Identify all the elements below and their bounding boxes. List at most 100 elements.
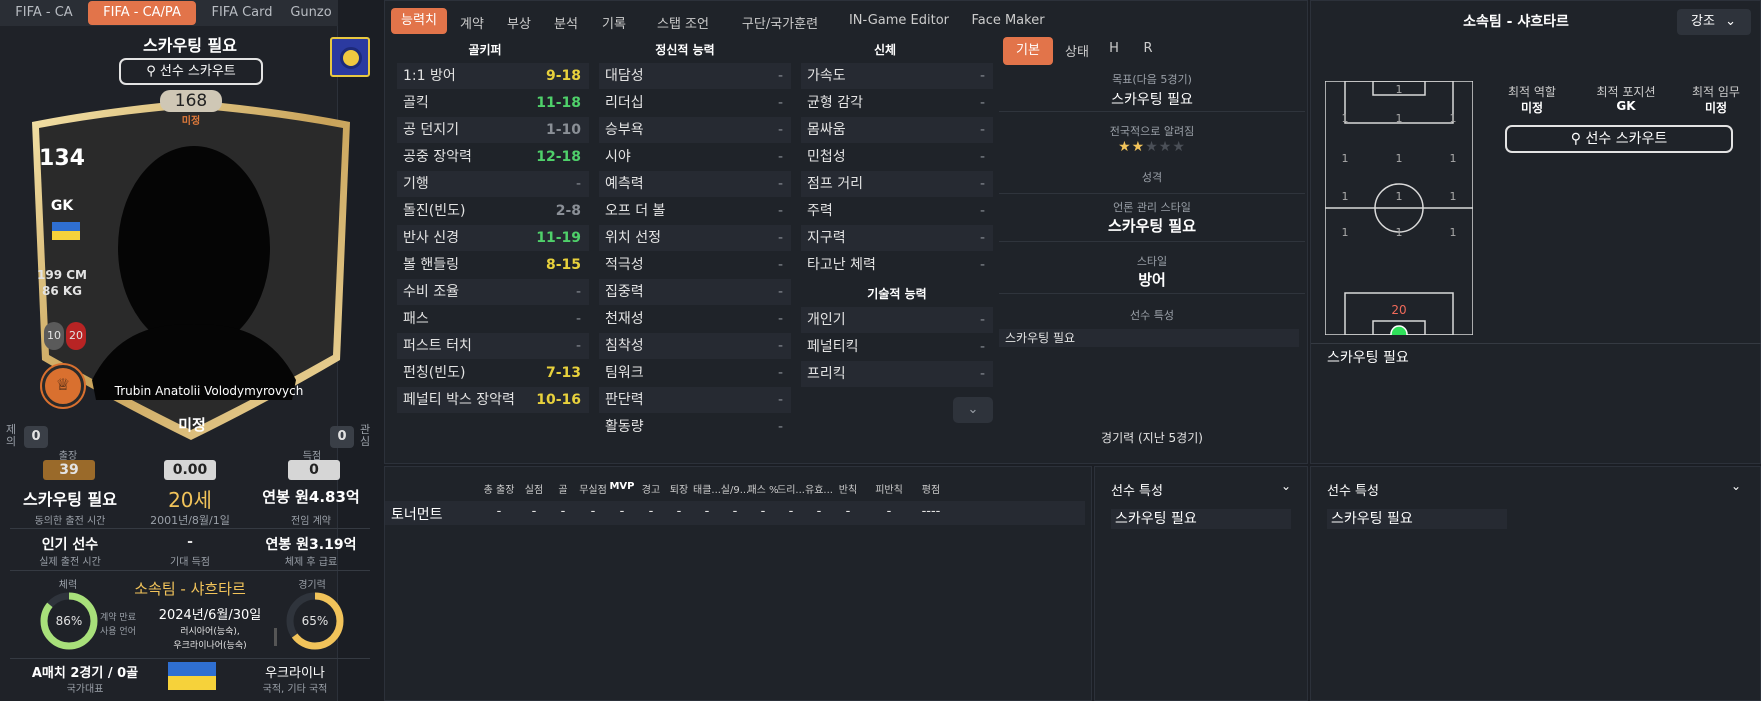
ukraine-flag-icon: [52, 222, 80, 240]
attribute-row: 공중 장악력 12-18: [397, 144, 589, 170]
tab-fifa-capa[interactable]: FIFA - CA/PA: [88, 1, 196, 25]
player-card: 168 미정 134 GK 199 CM 86 KG 10 20 ♕ Trubi…: [22, 90, 360, 440]
scout-player-button[interactable]: ⚲ 선수 스카우트: [119, 58, 263, 85]
contract-date: 2024년/6월/30일: [158, 608, 262, 623]
age-value: 20세: [168, 488, 212, 512]
stats-cell: -: [886, 504, 892, 519]
attribute-row: 개인기 -: [801, 307, 993, 333]
attribute-value: -: [777, 176, 783, 192]
attribute-value: 9-18: [545, 68, 581, 84]
best-duty-value: 미정: [1704, 101, 1728, 115]
stats-col-header[interactable]: 총 출장: [479, 481, 519, 496]
attribute-value: -: [777, 149, 783, 165]
salary-label: 전임 계약: [291, 516, 331, 527]
traits-panel2-title: 선수 특성: [1327, 484, 1379, 499]
tab-ingame-editor[interactable]: IN-Game Editor: [839, 13, 959, 28]
star-icon: ★: [1145, 139, 1159, 155]
tab-training[interactable]: 구단/국가훈련: [725, 13, 835, 32]
traits-panel-right: 선수 특성 ⌄ 스카우팅 필요: [1310, 466, 1761, 701]
attribute-row: 페널티킥 -: [801, 334, 993, 360]
chevron-down-icon[interactable]: ⌄: [1731, 479, 1741, 493]
traits-panel-value: 스카우팅 필요: [1111, 509, 1291, 529]
attribute-name: 골킥: [403, 95, 429, 111]
goals-value: 0: [288, 460, 340, 480]
attribute-row: 예측력 -: [599, 171, 791, 197]
attribute-name: 프리킥: [807, 366, 846, 382]
tab-fifa-ca[interactable]: FIFA - CA: [4, 3, 84, 23]
season-stats-panel: 총 출장 실점 골 무실점 MVP 경고 퇴장 태클... 실/9... 패스 % 드리... 유효.…: [384, 466, 1092, 701]
attribute-name: 가속도: [807, 68, 846, 84]
pitch-position-rating[interactable]: 1: [1445, 226, 1461, 239]
expected-goals-value: -: [187, 534, 193, 550]
tab-staff-advice[interactable]: 스탭 조언: [641, 13, 725, 32]
attribute-name: 패스: [403, 311, 429, 327]
attribute-name: 개인기: [807, 312, 846, 328]
experience-label: 경기력: [298, 580, 326, 591]
stats-col-header[interactable]: 평점: [911, 481, 951, 496]
attribute-name: 수비 조율: [403, 284, 459, 300]
expand-chevron-icon[interactable]: ⌄: [953, 397, 993, 423]
card-badge-grey: 10: [44, 322, 64, 350]
intl-caps: A매치 2경기 / 0골: [31, 666, 139, 681]
tab-analysis[interactable]: 분석: [541, 13, 591, 32]
chevron-down-icon[interactable]: ⌄: [1281, 479, 1291, 493]
tab-gunzo[interactable]: Gunzo: [286, 3, 336, 23]
right-scout-button[interactable]: ⚲ 선수 스카우트: [1505, 125, 1733, 153]
attribute-value: -: [777, 419, 783, 435]
pitch-ratings: 1 1 1 1 1 1 1 1 1 1 1 1 1: [1325, 81, 1473, 335]
pitch-position-rating[interactable]: 1: [1391, 190, 1407, 203]
target-value: 스카우팅 필요: [1111, 92, 1193, 108]
attribute-row: 집중력 -: [599, 279, 791, 305]
tab-status[interactable]: 상태: [1057, 41, 1097, 60]
tab-r[interactable]: R: [1133, 41, 1163, 56]
avg-value: 0.00: [164, 460, 216, 480]
tab-contract[interactable]: 계약: [447, 13, 497, 32]
pitch-position-rating[interactable]: 1: [1391, 226, 1407, 239]
tab-records[interactable]: 기록: [589, 13, 639, 32]
fitness-label: 체력: [58, 580, 78, 591]
language-2: 우크라이나어(능숙): [173, 641, 247, 651]
highlight-dropdown[interactable]: 강조 ⌄: [1677, 9, 1751, 35]
tab-face-maker[interactable]: Face Maker: [963, 13, 1053, 28]
offer-label: 제의: [6, 423, 17, 448]
language-label: 사용 언어: [100, 627, 136, 637]
attribute-value: -: [575, 284, 581, 300]
tab-injury[interactable]: 부상: [495, 13, 543, 32]
stats-cell: -: [496, 504, 502, 519]
attribute-value: -: [979, 203, 985, 219]
technical-header: 기술적 능력: [867, 287, 927, 301]
attribute-row: 리더십 -: [599, 90, 791, 116]
pitch-position-rating[interactable]: 1: [1337, 112, 1353, 125]
attribute-value: -: [777, 203, 783, 219]
attribute-name: 주력: [807, 203, 833, 219]
card-rating: 134: [39, 146, 85, 171]
club-name: 소속팀 - 샤흐타르: [134, 580, 246, 598]
attribute-name: 활동량: [605, 419, 644, 435]
tab-h[interactable]: H: [1099, 41, 1129, 56]
pitch-position-rating[interactable]: 1: [1391, 152, 1407, 165]
stats-col-header[interactable]: 피반칙: [869, 481, 909, 496]
attribute-row: 가속도 -: [801, 63, 993, 89]
tab-attributes[interactable]: 능력치: [391, 8, 447, 34]
tab-fifa-card[interactable]: FIFA Card: [202, 3, 282, 23]
attribute-value: -: [777, 122, 783, 138]
pitch-position-rating[interactable]: 1: [1337, 152, 1353, 165]
attribute-name: 침착성: [605, 338, 644, 354]
pitch-position-rating[interactable]: 1: [1445, 190, 1461, 203]
attribute-name: 팀워크: [605, 365, 644, 381]
pitch-position-rating[interactable]: 1: [1445, 112, 1461, 125]
attribute-row: 지구력 -: [801, 225, 993, 251]
attribute-row: 침착성 -: [599, 333, 791, 359]
pitch-position-rating[interactable]: 1: [1391, 112, 1407, 125]
attribute-value: 8-15: [545, 257, 581, 273]
star-icon: ★: [1131, 139, 1146, 155]
pitch-position-rating[interactable]: 1: [1391, 83, 1407, 96]
stats-col-header[interactable]: 반칙: [828, 481, 868, 496]
tab-basic[interactable]: 기본: [1003, 37, 1053, 65]
pitch-position-rating[interactable]: 1: [1337, 190, 1353, 203]
attribute-name: 반사 신경: [403, 230, 459, 246]
pitch-position-rating[interactable]: 1: [1445, 152, 1461, 165]
pitch-position-rating[interactable]: 1: [1337, 226, 1353, 239]
attribute-name: 퍼스트 터치: [403, 338, 472, 354]
card-height: 199 CM: [37, 268, 87, 282]
